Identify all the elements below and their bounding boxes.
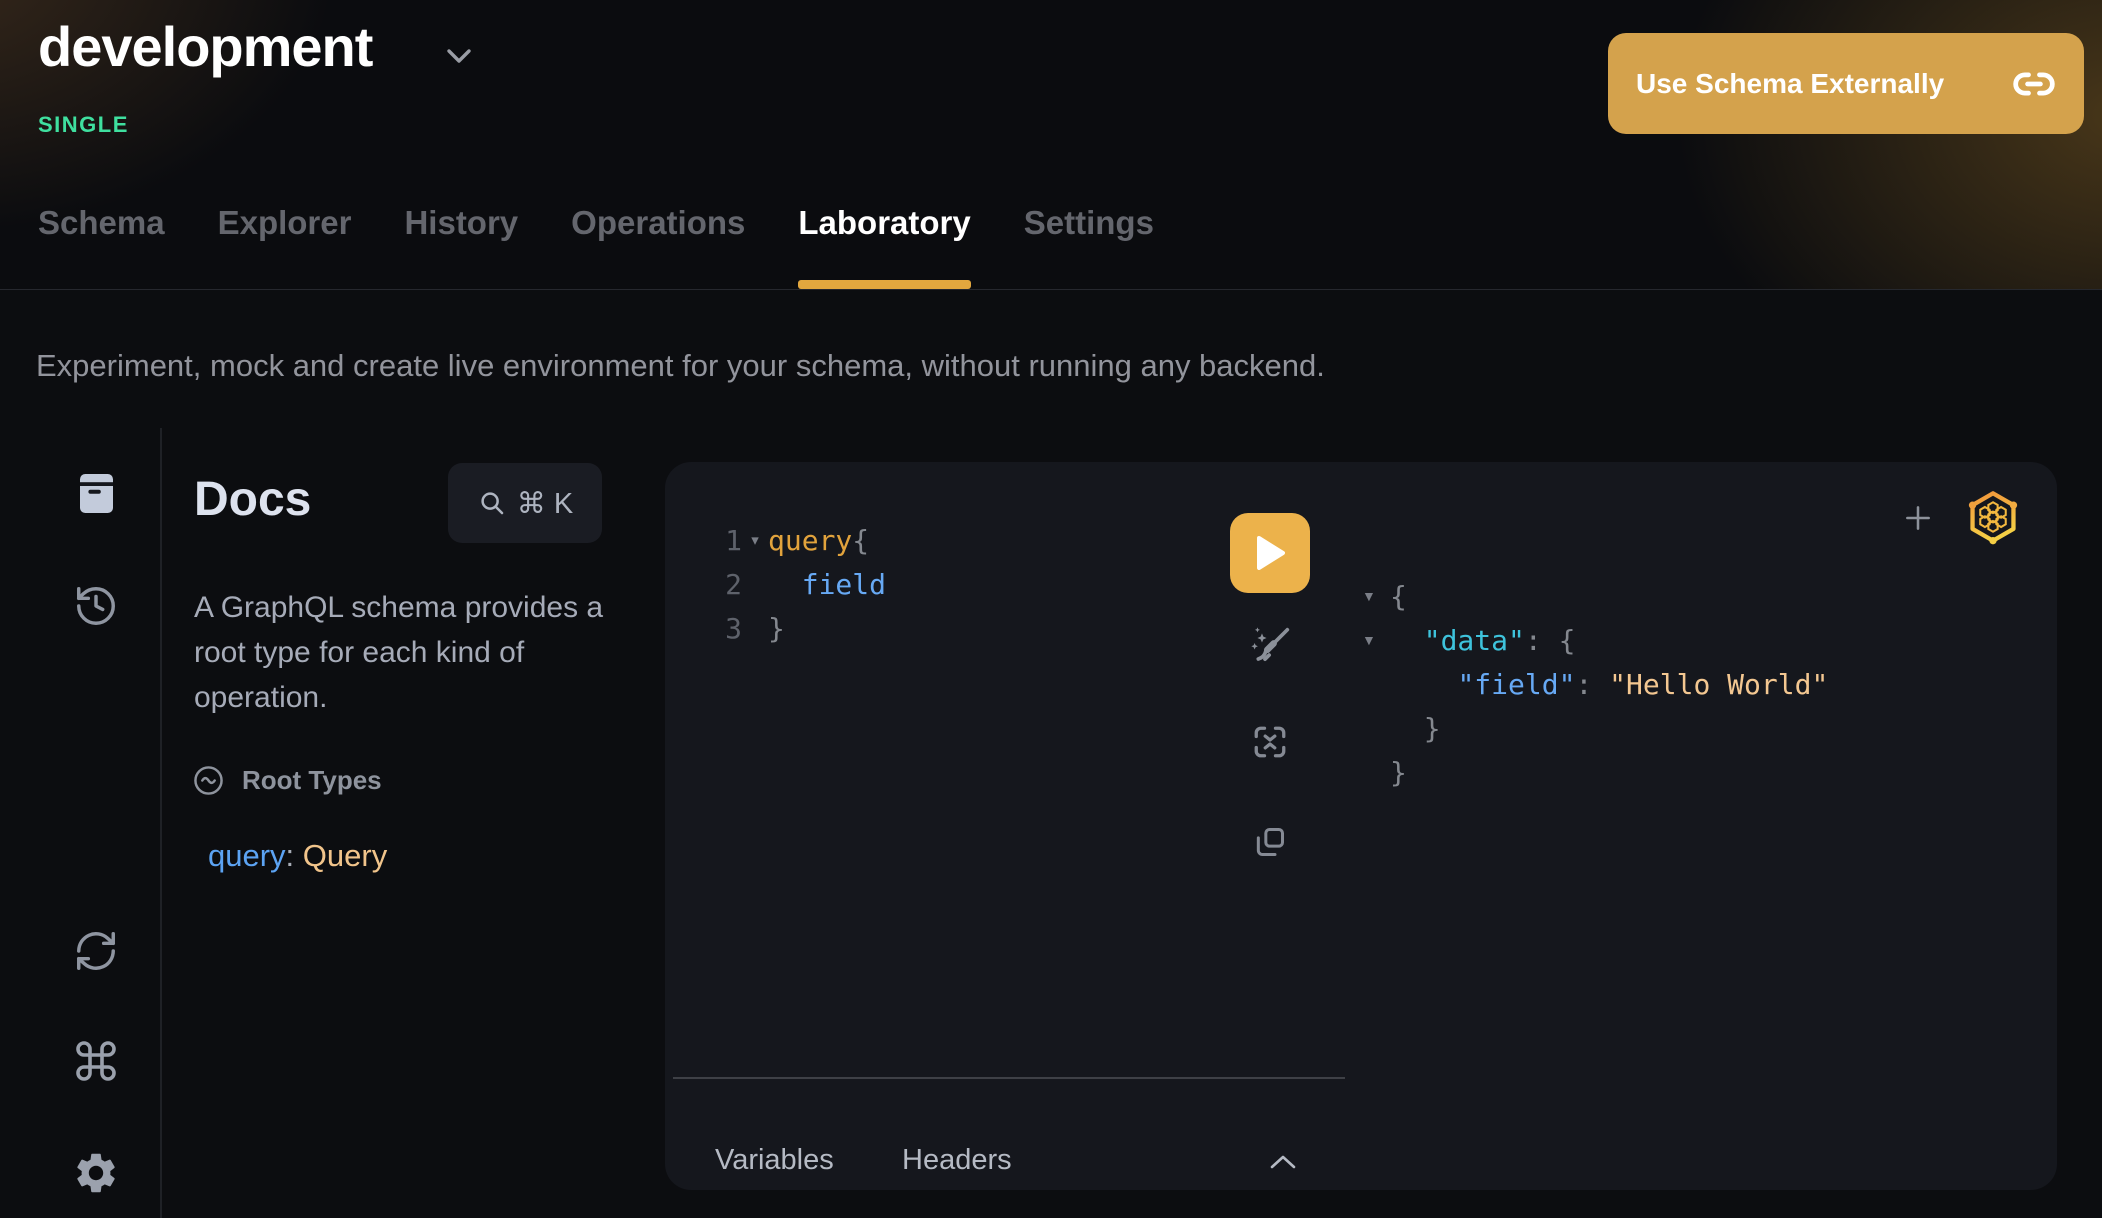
fold-arrow-icon[interactable]: ▼ (1362, 588, 1390, 604)
sidebar-reload-schema-button[interactable] (67, 922, 125, 980)
laboratory-page: development SINGLE Use Schema Externally… (0, 0, 2102, 1218)
root-types-icon (192, 764, 225, 797)
variables-tab[interactable]: Variables (715, 1138, 834, 1182)
docs-search-button[interactable]: ⌘ K (448, 463, 602, 543)
code-token: field (802, 568, 886, 601)
json-token (1390, 668, 1457, 701)
code-token: } (768, 612, 785, 645)
json-token: } (1390, 712, 1441, 745)
json-token: { (1559, 624, 1576, 657)
copy-icon (1250, 822, 1290, 862)
collapse-editor-tools-button[interactable] (1261, 1144, 1305, 1180)
prettify-broom-icon (1244, 620, 1296, 672)
tab-schema[interactable]: Schema (38, 204, 165, 289)
root-field-separator: : (286, 838, 303, 873)
response-viewer: ▼ { ▼ "data": { "field": "Hello World" }… (1362, 574, 1828, 794)
tab-history[interactable]: History (404, 204, 518, 289)
add-tab-button[interactable] (1895, 495, 1941, 541)
merge-fragments-button[interactable] (1242, 714, 1298, 770)
sidebar-settings-button[interactable] (67, 1144, 125, 1202)
response-line: } (1362, 706, 1828, 750)
search-shortcut-label: ⌘ K (517, 486, 573, 521)
shortcut-keys-icon (72, 1037, 120, 1085)
execute-query-button[interactable] (1230, 513, 1310, 593)
response-line: ▼ { (1362, 574, 1828, 618)
use-schema-externally-button[interactable]: Use Schema Externally (1608, 33, 2084, 134)
root-field-name: query (208, 838, 286, 873)
sidebar-history-button[interactable] (67, 577, 125, 635)
single-badge: SINGLE (38, 112, 129, 138)
history-icon (73, 583, 119, 629)
response-line: ▼ "data": { (1362, 618, 1828, 662)
settings-gear-icon (72, 1149, 120, 1197)
code-token (768, 568, 802, 601)
editor-line: 1 ▾ query{ (720, 518, 886, 562)
root-type-query-entry[interactable]: query: Query (208, 838, 387, 874)
editor-line: 2 field (720, 562, 886, 606)
prettify-query-button[interactable] (1242, 618, 1298, 674)
reload-schema-icon (73, 928, 119, 974)
line-number: 2 (720, 568, 742, 601)
editor-line: 3 } (720, 606, 886, 650)
target-selector-button[interactable] (436, 36, 482, 76)
code-token: query (768, 524, 852, 557)
root-field-type-link[interactable]: Query (303, 838, 387, 873)
graphiql-panel: 1 ▾ query{ 2 field 3 } (665, 462, 2057, 1190)
graphql-hive-logo-icon[interactable] (1965, 486, 2021, 548)
docs-panel-title: Docs (194, 472, 311, 527)
json-token: "field" (1457, 668, 1575, 701)
copy-query-button[interactable] (1242, 814, 1298, 870)
query-editor[interactable]: 1 ▾ query{ 2 field 3 } (720, 518, 886, 650)
use-schema-label: Use Schema Externally (1636, 68, 1944, 100)
target-title: development (38, 14, 372, 79)
search-icon (477, 488, 507, 518)
page-subtitle: Experiment, mock and create live environ… (36, 348, 1325, 384)
merge-icon (1248, 720, 1292, 764)
docs-description: A GraphQL schema provides a root type fo… (194, 585, 634, 720)
sidebar-divider (160, 428, 162, 1218)
docs-book-icon (72, 469, 120, 517)
tab-settings[interactable]: Settings (1024, 204, 1154, 289)
code-token: { (852, 524, 869, 557)
line-number: 1 (720, 524, 742, 557)
json-token: : (1525, 624, 1559, 657)
response-line: "field": "Hello World" (1362, 662, 1828, 706)
fold-arrow-icon[interactable]: ▼ (1362, 632, 1390, 648)
sidebar-docs-button[interactable] (67, 464, 125, 522)
tab-laboratory[interactable]: Laboratory (798, 204, 970, 289)
root-types-label: Root Types (242, 765, 382, 796)
fold-arrow-icon[interactable]: ▾ (742, 531, 768, 549)
chevron-up-icon (1269, 1154, 1297, 1170)
json-token: } (1390, 756, 1407, 789)
json-token: "Hello World" (1609, 668, 1828, 701)
json-token (1390, 624, 1424, 657)
json-token: { (1390, 580, 1407, 613)
tab-operations[interactable]: Operations (571, 204, 745, 289)
editor-footer-divider (673, 1077, 1345, 1079)
json-token: "data" (1424, 624, 1525, 657)
tab-explorer[interactable]: Explorer (218, 204, 352, 289)
play-icon (1255, 536, 1285, 570)
tab-bar: Schema Explorer History Operations Labor… (38, 204, 1154, 289)
headers-tab[interactable]: Headers (902, 1138, 1012, 1182)
response-line: } (1362, 750, 1828, 794)
link-icon (2012, 62, 2056, 106)
root-types-section-header: Root Types (192, 764, 382, 797)
json-token: : (1575, 668, 1609, 701)
sidebar-shortcuts-button[interactable] (67, 1032, 125, 1090)
plus-icon (1902, 502, 1934, 534)
line-number: 3 (720, 612, 742, 645)
chevron-down-icon (443, 45, 475, 67)
